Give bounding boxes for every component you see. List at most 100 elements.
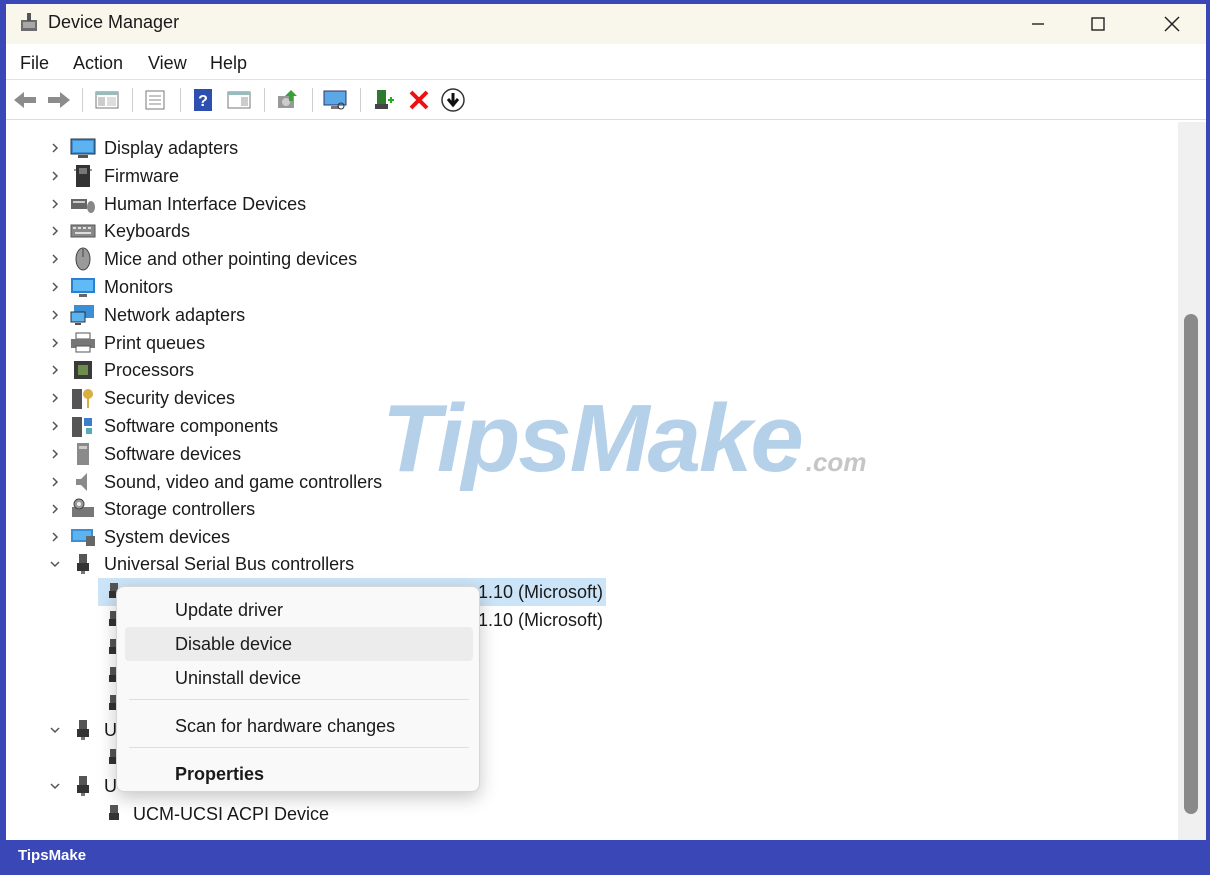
- tree-item-label: System devices: [104, 527, 231, 548]
- tree-item-human-interface-devices[interactable]: Human Interface Devices: [6, 190, 1178, 218]
- context-properties[interactable]: Properties: [125, 757, 473, 791]
- tree-item-usb-controllers[interactable]: Universal Serial Bus controllers: [6, 550, 1178, 578]
- show-hide-console-tree-button[interactable]: [92, 86, 122, 114]
- back-button[interactable]: [10, 86, 40, 114]
- chevron-right-icon[interactable]: [46, 528, 64, 546]
- chevron-down-icon[interactable]: [46, 721, 64, 739]
- add-legacy-icon: [375, 90, 394, 109]
- display-adapter-icon: [70, 136, 96, 160]
- watermark: TipsMake .com: [382, 384, 866, 494]
- tree-item-system-devices[interactable]: System devices: [6, 523, 1178, 551]
- forward-button[interactable]: [44, 86, 74, 114]
- tree-item-label: Human Interface Devices: [104, 193, 307, 214]
- chevron-right-icon[interactable]: [46, 250, 64, 268]
- monitor-icon: [70, 275, 96, 299]
- help-icon: ?: [194, 89, 212, 111]
- device-manager-window: Device Manager File Action View Help ? D…: [6, 4, 1206, 840]
- scan-hardware-button[interactable]: [320, 86, 350, 114]
- chevron-right-icon[interactable]: [46, 473, 64, 491]
- disable-button[interactable]: [438, 86, 468, 114]
- close-icon: [1164, 16, 1180, 32]
- context-scan-hardware[interactable]: Scan for hardware changes: [125, 709, 473, 743]
- hid-icon: [70, 192, 96, 216]
- chevron-right-icon[interactable]: [46, 195, 64, 213]
- tree-item-display-adapters[interactable]: Display adapters: [6, 134, 1178, 162]
- scrollbar-thumb[interactable]: [1184, 314, 1198, 814]
- tree-item-ucm-ucsi-acpi-device[interactable]: UCM-UCSI ACPI Device: [6, 800, 1178, 828]
- system-device-icon: [70, 525, 96, 549]
- printer-icon: [70, 331, 96, 355]
- menu-help[interactable]: Help: [210, 53, 247, 74]
- maximize-button[interactable]: [1068, 4, 1128, 44]
- tree-item-mice-and-other-pointing-devices[interactable]: Mice and other pointing devices: [6, 245, 1178, 273]
- title-bar: Device Manager: [6, 4, 1206, 44]
- context-menu: Update driver Disable device Uninstall d…: [116, 586, 480, 792]
- tree-item-label: Software components: [104, 416, 279, 436]
- tree-item-label: Storage controllers: [104, 499, 256, 520]
- minimize-icon: [1032, 23, 1044, 25]
- chevron-down-icon[interactable]: [46, 555, 64, 573]
- tree-item-storage-controllers[interactable]: Storage controllers: [6, 495, 1178, 523]
- usb-connector-icon: [70, 718, 96, 742]
- properties-sheet-icon: [145, 90, 165, 110]
- scan-hardware-icon: [323, 90, 347, 110]
- software-component-icon: [70, 414, 96, 438]
- context-update-driver[interactable]: Update driver: [125, 593, 473, 627]
- tree-item-label: Network adapters: [104, 304, 246, 325]
- maximize-icon: [1091, 17, 1105, 31]
- svg-text:?: ?: [198, 93, 208, 110]
- tree-item-monitors[interactable]: Monitors: [6, 273, 1178, 301]
- chevron-right-icon[interactable]: [46, 389, 64, 407]
- properties-button[interactable]: [140, 86, 170, 114]
- chevron-right-icon[interactable]: [46, 306, 64, 324]
- add-legacy-hardware-button[interactable]: [368, 86, 398, 114]
- update-driver-icon: [278, 90, 297, 108]
- tree-item-network-adapters[interactable]: Network adapters: [6, 301, 1178, 329]
- tree-item-firmware[interactable]: Firmware: [6, 162, 1178, 190]
- chevron-right-icon[interactable]: [46, 167, 64, 185]
- tree-item-label: UCM-UCSI ACPI Device: [133, 804, 330, 824]
- menu-action[interactable]: Action: [73, 53, 123, 74]
- chevron-right-icon[interactable]: [46, 361, 64, 379]
- chevron-right-icon[interactable]: [46, 139, 64, 157]
- minimize-button[interactable]: [1008, 4, 1068, 44]
- help-button[interactable]: ?: [188, 86, 218, 114]
- tree-item-label: Sound, video and game controllers: [104, 471, 383, 492]
- storage-controller-icon: [70, 497, 96, 521]
- usb-connector-icon: [70, 774, 96, 798]
- update-driver-button[interactable]: [272, 86, 302, 114]
- mouse-icon: [70, 247, 96, 271]
- menu-view[interactable]: View: [148, 53, 187, 74]
- tree-item-processors[interactable]: Processors: [6, 356, 1178, 384]
- usb-connector-icon: [70, 552, 96, 576]
- network-adapter-icon: [70, 303, 96, 327]
- tree-item-label: Processors: [104, 360, 195, 381]
- close-button[interactable]: [1142, 4, 1202, 44]
- watermark-domain: .com: [805, 447, 867, 477]
- menu-file[interactable]: File: [20, 53, 49, 74]
- tree-item-label: Mice and other pointing devices: [104, 249, 358, 270]
- uninstall-button[interactable]: [404, 86, 434, 114]
- chevron-right-icon[interactable]: [46, 417, 64, 435]
- uninstall-icon: [409, 90, 429, 110]
- tree-item-keyboards[interactable]: Keyboards: [6, 217, 1178, 245]
- back-arrow-icon: [14, 92, 36, 108]
- context-uninstall-device[interactable]: Uninstall device: [125, 661, 473, 695]
- usb-connector-icon: [104, 802, 124, 826]
- tree-item-print-queues[interactable]: Print queues: [6, 329, 1178, 357]
- chevron-right-icon[interactable]: [46, 445, 64, 463]
- chevron-right-icon[interactable]: [46, 222, 64, 240]
- watermark-text: TipsMake: [382, 385, 804, 492]
- chevron-right-icon[interactable]: [46, 278, 64, 296]
- chevron-right-icon[interactable]: [46, 500, 64, 518]
- tree-item-label: 1.10 (Microsoft): [478, 610, 604, 630]
- disable-icon: [441, 88, 465, 112]
- menu-divider: [129, 747, 469, 748]
- tree-item-label: 1.10 (Microsoft): [478, 582, 604, 602]
- context-disable-device[interactable]: Disable device: [125, 627, 473, 661]
- firmware-icon: [70, 164, 96, 188]
- chevron-down-icon[interactable]: [46, 777, 64, 795]
- action-pane-button[interactable]: [224, 86, 254, 114]
- chevron-right-icon[interactable]: [46, 334, 64, 352]
- device-manager-app-icon: [21, 13, 37, 31]
